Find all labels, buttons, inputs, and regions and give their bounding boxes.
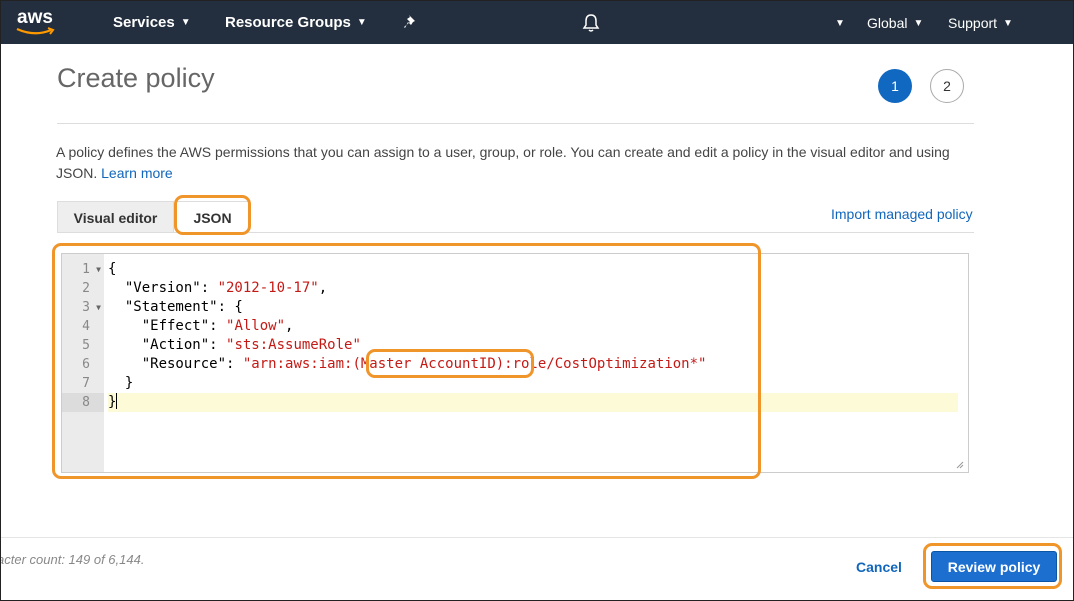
import-managed-policy-link[interactable]: Import managed policy bbox=[831, 206, 973, 222]
code-line: "Version": "2012-10-17", bbox=[124, 280, 328, 296]
aws-smile-icon bbox=[16, 27, 55, 35]
chevron-down-icon: ▼ bbox=[180, 17, 191, 28]
chevron-down-icon: ▼ bbox=[1003, 18, 1013, 29]
code-line: "Resource": "arn:aws:iam:(Master Account… bbox=[141, 356, 707, 372]
support-label: Support bbox=[948, 15, 998, 31]
code-line-active: } bbox=[108, 393, 958, 412]
step-indicator-1: 1 bbox=[878, 69, 912, 103]
code-line: "Statement": { bbox=[124, 299, 243, 315]
chevron-down-icon: ▼ bbox=[356, 17, 367, 28]
fold-arrow-icon[interactable]: ▼ bbox=[96, 260, 101, 279]
top-navigation-bar: aws Services ▼ Resource Groups ▼ ▼ Global ▼… bbox=[1, 1, 1073, 44]
line-number: 6 bbox=[82, 357, 90, 372]
text-cursor bbox=[116, 393, 118, 409]
json-editor[interactable]: 1 ▼ 2 3 ▼ 4 5 6 7 8 { "Version": "2012-10-… bbox=[61, 253, 969, 473]
code-line: } bbox=[124, 375, 134, 391]
footer-divider bbox=[1, 537, 1073, 538]
region-label: Global bbox=[867, 15, 908, 31]
cancel-button[interactable]: Cancel bbox=[856, 559, 902, 575]
editor-gutter: 1 ▼ 2 3 ▼ 4 5 6 7 8 bbox=[62, 254, 104, 472]
tab-visual-editor[interactable]: Visual editor bbox=[57, 201, 174, 233]
line-number: 4 bbox=[82, 319, 90, 334]
line-number: 8 bbox=[62, 393, 104, 412]
tab-divider bbox=[57, 232, 974, 233]
learn-more-link[interactable]: Learn more bbox=[101, 165, 173, 181]
character-count: acter count: 149 of 6,144. bbox=[0, 552, 145, 567]
pin-icon[interactable] bbox=[403, 14, 419, 30]
line-number: 1 ▼ bbox=[82, 260, 101, 279]
code-area[interactable]: { "Version": "2012-10-17", "Statement": … bbox=[108, 260, 958, 412]
account-menu[interactable]: ▼ bbox=[835, 15, 845, 31]
aws-logo[interactable]: aws bbox=[15, 7, 65, 39]
resource-groups-label: Resource Groups bbox=[225, 14, 351, 31]
master-account-id-placeholder: (Master AccountID) bbox=[352, 356, 505, 372]
chevron-down-icon: ▼ bbox=[913, 18, 924, 29]
code-line: "Effect": "Allow", bbox=[141, 318, 294, 334]
bell-icon[interactable] bbox=[582, 13, 600, 33]
code-line: { bbox=[108, 261, 117, 277]
chevron-down-icon: ▼ bbox=[835, 18, 845, 29]
line-number: 7 bbox=[82, 376, 90, 391]
step-indicator-2: 2 bbox=[930, 69, 964, 103]
support-menu[interactable]: Support ▼ bbox=[948, 15, 1013, 31]
policy-description: A policy defines the AWS permissions tha… bbox=[56, 142, 976, 184]
review-policy-button[interactable]: Review policy bbox=[931, 551, 1057, 582]
region-menu[interactable]: Global ▼ bbox=[867, 15, 923, 31]
page-title: Create policy bbox=[57, 63, 215, 93]
fold-arrow-icon[interactable]: ▼ bbox=[96, 298, 101, 317]
line-number: 2 bbox=[82, 281, 90, 296]
line-number: 5 bbox=[82, 338, 90, 353]
code-line: "Action": "sts:AssumeRole" bbox=[141, 337, 361, 353]
line-number: 3 ▼ bbox=[82, 298, 101, 317]
aws-logo-text: aws bbox=[17, 7, 53, 28]
header-divider bbox=[57, 123, 974, 124]
resize-handle-icon[interactable] bbox=[956, 461, 964, 469]
tab-json[interactable]: JSON bbox=[176, 201, 249, 233]
resource-groups-menu[interactable]: Resource Groups ▼ bbox=[225, 14, 367, 31]
services-menu[interactable]: Services ▼ bbox=[113, 14, 191, 31]
services-label: Services bbox=[113, 14, 175, 31]
description-text: A policy defines the AWS permissions tha… bbox=[56, 144, 950, 181]
